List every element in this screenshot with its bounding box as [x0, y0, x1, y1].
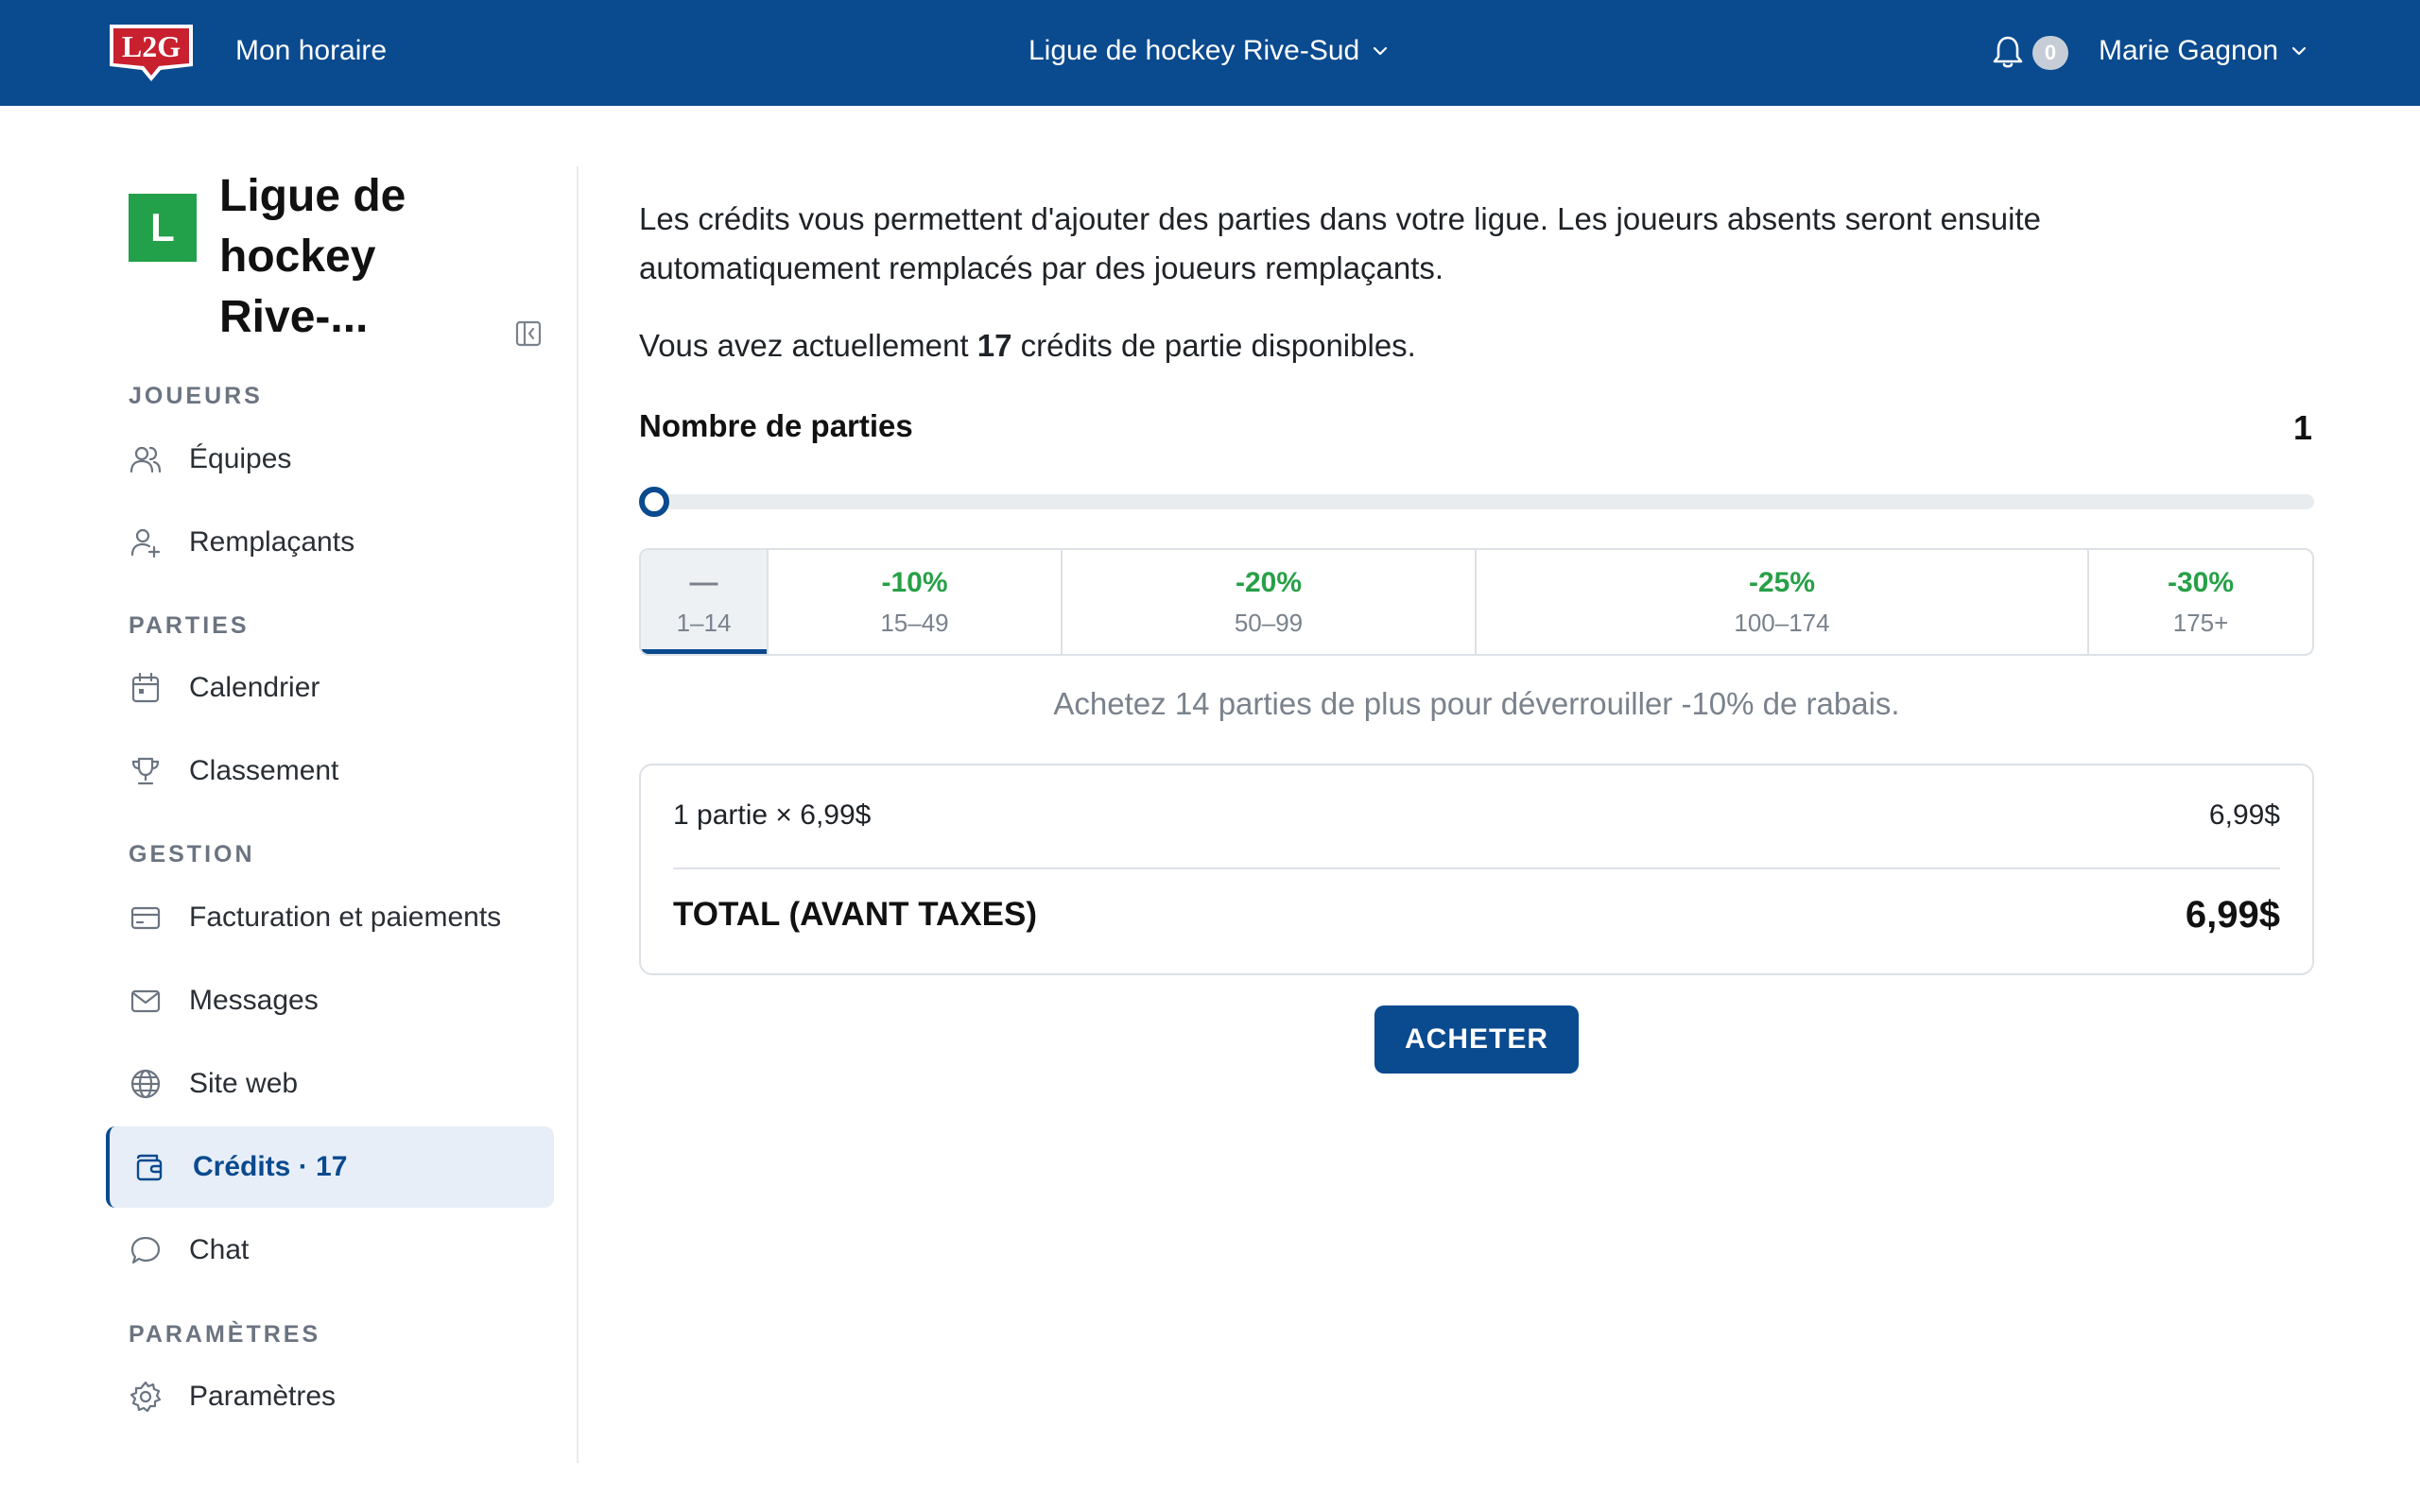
sidebar-item-label: Crédits · 17	[193, 1151, 348, 1182]
chat-bubble-icon	[130, 1236, 161, 1264]
credit-card-icon	[130, 906, 161, 930]
games-count-value: 1	[2292, 408, 2312, 447]
discount-tiers: — 1–14 -10% 15–49 -20% 50–99 -25% 100–17…	[639, 548, 2314, 656]
sidebar-item-label: Classement	[189, 755, 339, 786]
sidebar-item-label: Équipes	[189, 443, 292, 474]
sidebar-item-chat[interactable]: Chat	[106, 1210, 554, 1291]
tier-100-174[interactable]: -25% 100–174	[1477, 550, 2089, 654]
user-plus-icon	[130, 528, 161, 558]
section-label-players: JOUEURS	[129, 383, 263, 409]
app-logo[interactable]: L2G	[104, 19, 199, 83]
summary-divider	[673, 868, 2280, 869]
tier-range: 175+	[2172, 609, 2229, 637]
available-suffix: crédits de partie disponibles.	[1011, 328, 1416, 363]
available-credits-text: Vous avez actuellement 17 crédits de par…	[639, 321, 1416, 370]
sidebar-item-standings[interactable]: Classement	[106, 730, 554, 812]
total-label: TOTAL (AVANT TAXES)	[673, 896, 1037, 933]
user-name: Marie Gagnon	[2099, 35, 2279, 66]
sidebar-item-messages[interactable]: Messages	[106, 960, 554, 1041]
collapse-sidebar-icon[interactable]	[514, 319, 543, 348]
tier-discount: -25%	[1748, 567, 1816, 598]
discount-hint: Achetez 14 parties de plus pour déverrou…	[1053, 686, 1900, 721]
sidebar-item-label: Calendrier	[189, 672, 320, 703]
gear-icon	[130, 1381, 162, 1413]
section-label-management: GESTION	[129, 841, 255, 868]
order-summary: 1 partie × 6,99$ 6,99$ TOTAL (AVANT TAXE…	[639, 764, 2314, 975]
sidebar-divider	[577, 166, 579, 1463]
sidebar-item-calendar[interactable]: Calendrier	[106, 647, 554, 729]
chevron-down-icon	[2292, 46, 2307, 56]
sidebar-item-teams[interactable]: Équipes	[106, 419, 554, 500]
sidebar-item-label: Chat	[189, 1234, 250, 1265]
trophy-icon	[131, 757, 160, 785]
bell-icon[interactable]	[1991, 34, 2025, 70]
league-switcher-label: Ligue de hockey Rive-Sud	[1028, 35, 1360, 66]
sidebar-item-credits[interactable]: Crédits · 17	[106, 1126, 554, 1208]
league-switcher[interactable]: Ligue de hockey Rive-Sud	[1028, 32, 1390, 70]
league-name: Ligue de hockey Rive-...	[219, 171, 406, 342]
tier-50-99[interactable]: -20% 50–99	[1063, 550, 1477, 654]
tier-discount: -20%	[1235, 567, 1303, 598]
calendar-icon	[131, 672, 160, 703]
sidebar-item-label: Paramètres	[189, 1381, 337, 1412]
buy-button[interactable]: ACHETER	[1374, 1005, 1579, 1074]
sidebar-item-settings[interactable]: Paramètres	[106, 1356, 554, 1437]
svg-text:L2G: L2G	[122, 29, 181, 63]
line-item-label: 1 partie × 6,99$	[673, 799, 872, 831]
games-count-label: Nombre de parties	[639, 408, 913, 443]
my-schedule-link[interactable]: Mon horaire	[235, 32, 387, 70]
sidebar-item-substitutes[interactable]: Remplaçants	[106, 502, 554, 583]
sidebar-item-label: Site web	[189, 1068, 299, 1099]
available-prefix: Vous avez actuellement	[639, 328, 977, 363]
wallet-icon	[136, 1154, 163, 1181]
tier-175-plus[interactable]: -30% 175+	[2089, 550, 2312, 654]
sidebar-item-billing[interactable]: Facturation et paiements	[106, 877, 554, 958]
tier-range: 50–99	[1234, 609, 1304, 637]
mail-icon	[130, 989, 161, 1013]
sidebar-item-label: Messages	[189, 985, 319, 1016]
top-bar: L2G Mon horaire Ligue de hockey Rive-Sud…	[0, 0, 2420, 106]
available-count: 17	[977, 328, 1012, 363]
tier-15-49[interactable]: -10% 15–49	[769, 550, 1063, 654]
sidebar-item-website[interactable]: Site web	[106, 1043, 554, 1125]
league-avatar: L	[129, 194, 197, 262]
games-count-slider[interactable]	[639, 494, 2314, 509]
users-icon	[130, 446, 162, 473]
tier-discount: -10%	[881, 567, 948, 598]
globe-icon	[130, 1069, 161, 1099]
tier-range: 1–14	[676, 609, 732, 637]
line-item-amount: 6,99$	[2208, 799, 2280, 831]
total-amount: 6,99$	[2185, 894, 2280, 936]
sidebar-item-label: Remplaçants	[189, 526, 355, 558]
notification-count-badge: 0	[2032, 36, 2068, 70]
sidebar-item-label: Facturation et paiements	[189, 902, 502, 933]
tier-discount: —	[689, 567, 718, 598]
section-label-games: PARTIES	[129, 612, 250, 639]
chevron-down-icon	[1374, 46, 1388, 56]
tier-range: 100–174	[1734, 609, 1830, 637]
slider-handle[interactable]	[639, 487, 669, 517]
credits-intro-text: Les crédits vous permettent d'ajouter de…	[639, 201, 2041, 285]
section-label-settings: PARAMÈTRES	[129, 1321, 321, 1348]
tier-range: 15–49	[880, 609, 949, 637]
user-menu[interactable]: Marie Gagnon	[2099, 32, 2308, 70]
tier-1-14[interactable]: — 1–14	[641, 550, 769, 654]
tier-discount: -30%	[2167, 567, 2235, 598]
